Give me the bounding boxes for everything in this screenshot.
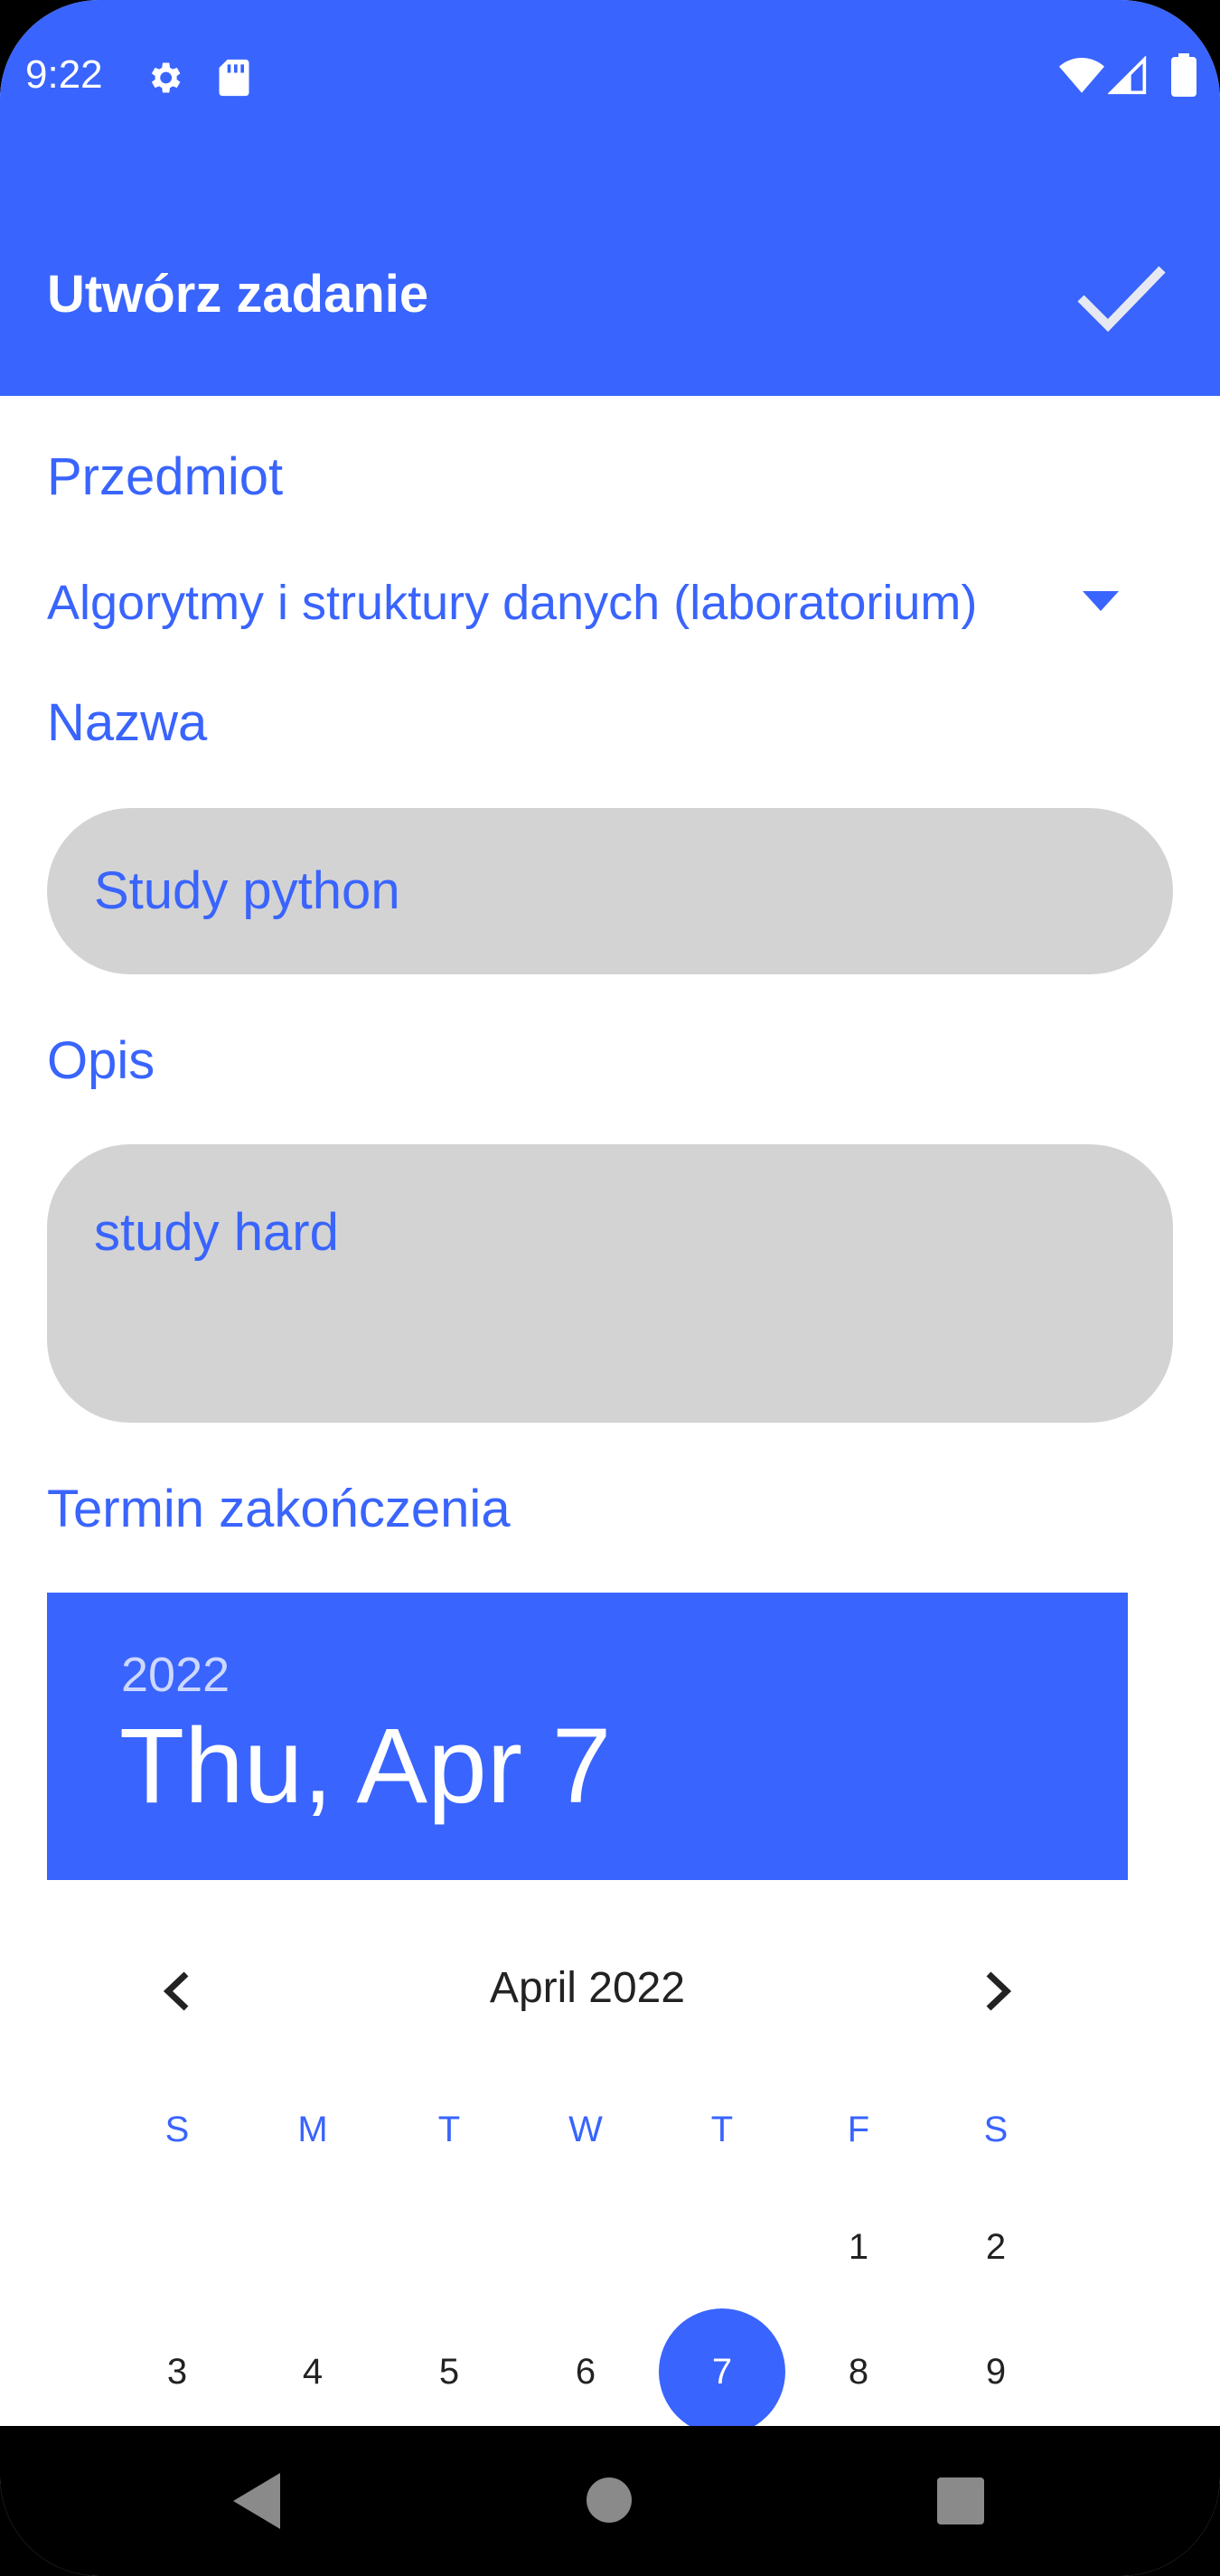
calendar-day[interactable]: 4	[249, 2308, 376, 2435]
description-label: Opis	[47, 1031, 155, 1090]
selected-date[interactable]: Thu, Apr 7	[119, 1705, 611, 1828]
status-time: 9:22	[25, 52, 103, 97]
calendar-day-selected[interactable]: 7	[659, 2308, 785, 2435]
back-icon[interactable]	[230, 2469, 284, 2533]
calendar-day[interactable]: 2	[933, 2184, 1059, 2310]
weekday-sunday: S	[164, 2110, 190, 2149]
subject-label: Przedmiot	[47, 447, 284, 506]
check-icon	[1077, 266, 1166, 333]
gear-icon	[151, 62, 181, 93]
description-field[interactable]: study hard	[47, 1144, 1173, 1423]
calendar-day[interactable]: 8	[795, 2308, 922, 2435]
calendar-day[interactable]: 6	[522, 2308, 649, 2435]
calendar-day[interactable]: 9	[933, 2308, 1059, 2435]
home-icon[interactable]	[586, 2477, 633, 2524]
confirm-button[interactable]	[1066, 248, 1175, 347]
phone-screen: 9:22 Utwórz zadanie Przedmiot Algorytmy …	[0, 0, 1220, 2576]
app-bar: Utwórz zadanie	[0, 193, 1220, 396]
wifi-icon	[1059, 58, 1104, 93]
calendar-day[interactable]: 5	[386, 2308, 512, 2435]
recents-icon[interactable]	[936, 2477, 985, 2525]
subject-dropdown[interactable]: Algorytmy i struktury danych (laboratori…	[47, 560, 1131, 642]
weekday-thursday: T	[710, 2110, 734, 2149]
sd-card-icon	[219, 59, 249, 97]
subject-value: Algorytmy i struktury danych (laboratori…	[47, 576, 978, 630]
calendar-day[interactable]: 3	[114, 2308, 240, 2435]
status-bar: 9:22	[0, 0, 1220, 193]
description-value: study hard	[94, 1203, 339, 1262]
deadline-label: Termin zakończenia	[47, 1480, 511, 1538]
calendar-day[interactable]: 1	[795, 2184, 922, 2310]
signal-icon	[1108, 56, 1147, 95]
name-field[interactable]: Study python	[47, 808, 1173, 974]
chevron-down-icon	[1083, 591, 1119, 611]
weekday-friday: F	[847, 2110, 870, 2149]
page-title: Utwórz zadanie	[47, 265, 429, 324]
month-navigation: April 2022	[47, 1943, 1128, 2034]
name-label: Nazwa	[47, 693, 208, 752]
chevron-right-icon[interactable]	[965, 1960, 1028, 2023]
date-picker-header: 2022 Thu, Apr 7	[47, 1593, 1128, 1880]
weekday-wednesday: W	[568, 2110, 603, 2149]
name-value: Study python	[94, 861, 400, 920]
system-navigation-bar	[0, 2426, 1220, 2576]
weekday-monday: M	[297, 2110, 328, 2149]
weekday-saturday: S	[983, 2110, 1009, 2149]
date-year[interactable]: 2022	[121, 1647, 230, 1703]
battery-icon	[1171, 53, 1197, 97]
weekday-tuesday: T	[437, 2110, 461, 2149]
